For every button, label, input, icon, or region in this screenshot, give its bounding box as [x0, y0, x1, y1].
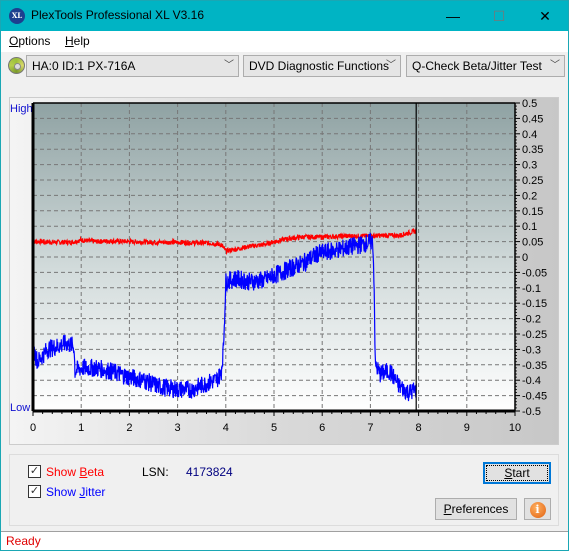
function-select-value: DVD Diagnostic Functions — [249, 59, 390, 73]
x-tick-label: 1 — [78, 422, 84, 434]
app-window: XL PlexTools Professional XL V3.16 — ☐ ✕… — [0, 0, 569, 551]
show-jitter-label[interactable]: Show Jitter — [46, 485, 105, 499]
y-tick-label: -0.25 — [522, 329, 547, 341]
chevron-down-icon: ﹀ — [224, 60, 234, 71]
plextools-logo-icon: XL — [9, 8, 25, 24]
y-tick-label: -0.2 — [522, 314, 541, 326]
menu-options-accel: O — [9, 34, 19, 48]
info-button[interactable]: i — [524, 498, 551, 520]
chart-panel: High Low 0 1 2 3 4 5 6 7 8 9 10 0.5 0.45 0.4 0.35 0.3 0.… — [9, 97, 559, 445]
show-beta-rest: eta — [87, 465, 105, 479]
y-tick-label: -0.15 — [522, 298, 547, 310]
x-tick-label: 0 — [30, 422, 36, 434]
minimize-button[interactable]: — — [430, 1, 476, 31]
y-tick-label: -0.5 — [522, 406, 541, 418]
lsn-label: LSN: — [142, 465, 169, 479]
x-tick-label: 10 — [509, 422, 521, 434]
chevron-down-icon: ﹀ — [386, 60, 396, 71]
y-tick-label: -0.45 — [522, 391, 547, 403]
disc-icon — [8, 57, 25, 74]
title-bar: XL PlexTools Professional XL V3.16 — ☐ ✕ — [1, 1, 568, 31]
x-tick-label: 6 — [319, 422, 325, 434]
menu-help-accel: H — [65, 34, 74, 48]
y-tick-label: -0.3 — [522, 344, 541, 356]
y-tick-label: -0.05 — [522, 267, 547, 279]
start-label: tart — [512, 466, 530, 480]
start-button[interactable]: Start — [483, 462, 551, 484]
menu-options-label: ptions — [18, 34, 51, 48]
preferences-label: references — [451, 502, 509, 516]
show-beta-checkbox[interactable]: ✓ — [28, 465, 41, 478]
lsn-value: 4173824 — [186, 465, 233, 479]
drive-select-value: HA:0 ID:1 PX-716A — [32, 59, 136, 73]
x-tick-label: 8 — [416, 422, 422, 434]
menu-options[interactable]: Options — [9, 34, 50, 48]
y-tick-label: -0.35 — [522, 360, 547, 372]
x-tick-label: 5 — [271, 422, 277, 434]
status-bar: Ready — [1, 531, 568, 550]
info-icon: i — [529, 502, 546, 518]
show-jitter-text: Show — [46, 485, 80, 499]
preferences-button[interactable]: Preferences — [435, 498, 517, 520]
beta-jitter-chart: 0 1 2 3 4 5 6 7 8 9 10 0.5 0.45 0.4 0.35 0.3 0.25 0.2 0.15… — [30, 98, 547, 434]
y-tick-label: -0.1 — [522, 283, 541, 295]
y-tick-label: 0.5 — [522, 98, 537, 110]
y-tick-label: 0.25 — [522, 175, 543, 187]
x-tick-label: 7 — [367, 422, 373, 434]
menu-help-label: elp — [73, 34, 90, 48]
y-tick-label: 0.1 — [522, 221, 537, 233]
show-jitter-rest: itter — [85, 485, 106, 499]
show-beta-text: Show — [46, 465, 80, 479]
drive-select[interactable]: HA:0 ID:1 PX-716A ﹀ — [26, 55, 239, 77]
y-tick-label: 0 — [522, 252, 528, 264]
chevron-down-icon: ﹀ — [550, 60, 560, 71]
y-tick-label: 0.35 — [522, 144, 543, 156]
menu-bar: Options Help — [1, 31, 568, 52]
menu-help[interactable]: Help — [65, 34, 90, 48]
close-button[interactable]: ✕ — [522, 1, 568, 31]
controls-panel: ✓ Show Beta ✓ Show Jitter LSN: 4173824 S… — [9, 454, 559, 526]
x-tick-label: 9 — [464, 422, 470, 434]
y-tick-label: 0.45 — [522, 113, 543, 125]
y-tick-label: 0.2 — [522, 190, 537, 202]
y-tick-label: 0.4 — [522, 129, 537, 141]
y-tick-label: 0.3 — [522, 160, 537, 172]
show-beta-label[interactable]: Show Beta — [46, 465, 104, 479]
y-tick-label: 0.15 — [522, 206, 543, 218]
function-select[interactable]: DVD Diagnostic Functions ﹀ — [243, 55, 401, 77]
maximize-button[interactable]: ☐ — [476, 1, 522, 31]
toolbar: HA:0 ID:1 PX-716A ﹀ DVD Diagnostic Funct… — [1, 52, 568, 80]
x-tick-label: 3 — [175, 422, 181, 434]
window-title: PlexTools Professional XL V3.16 — [31, 8, 204, 22]
show-jitter-checkbox[interactable]: ✓ — [28, 485, 41, 498]
test-select-value: Q-Check Beta/Jitter Test — [412, 59, 542, 73]
y-tick-label: 0.05 — [522, 237, 543, 249]
status-text: Ready — [6, 534, 41, 548]
x-tick-label: 2 — [126, 422, 132, 434]
test-select[interactable]: Q-Check Beta/Jitter Test ﹀ — [406, 55, 565, 77]
y-tick-label: -0.4 — [522, 375, 541, 387]
preferences-accel: P — [443, 502, 452, 516]
x-tick-label: 4 — [223, 422, 229, 434]
